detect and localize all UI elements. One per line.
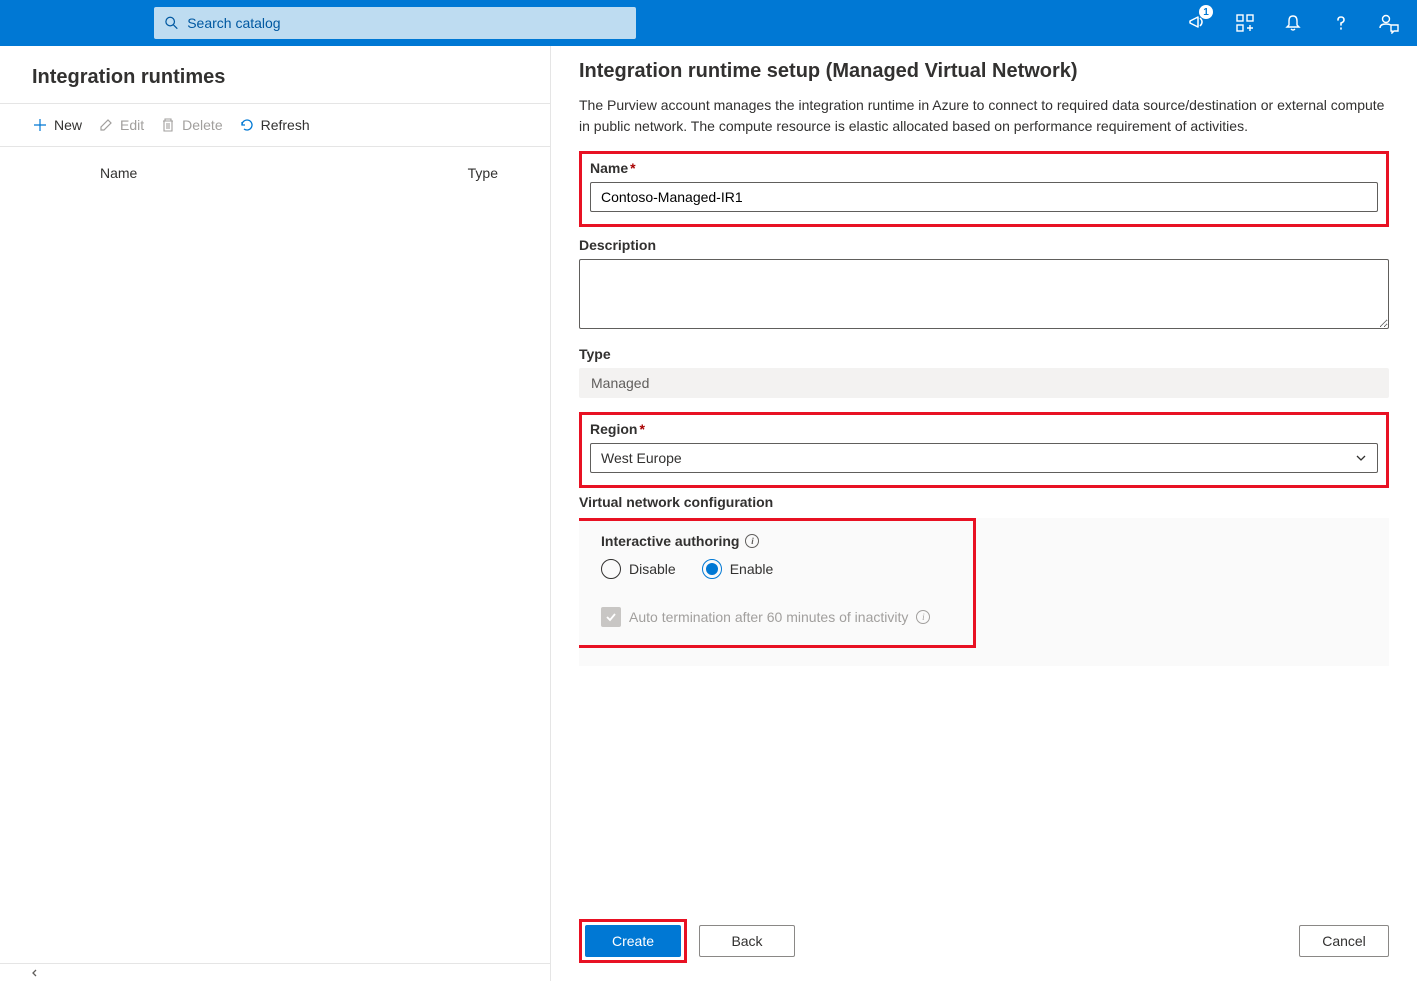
feedback-icon[interactable] [1377,11,1401,35]
radio-disable-label: Disable [629,561,676,577]
notification-badge: 1 [1199,5,1213,19]
delete-label: Delete [182,117,222,133]
name-input[interactable] [590,182,1378,212]
region-label: Region* [590,421,1378,437]
delete-button: Delete [160,117,222,133]
page-title: Integration runtimes [0,46,550,103]
horizontal-scroll-hint[interactable] [0,963,550,981]
edit-button: Edit [98,117,144,133]
region-value: West Europe [601,450,682,466]
vnet-label: Virtual network configuration [579,494,1389,510]
highlight-create: Create [579,919,687,963]
chevron-down-icon [1355,452,1367,464]
cancel-button[interactable]: Cancel [1299,925,1389,957]
type-value: Managed [579,368,1389,398]
create-button[interactable]: Create [585,925,681,957]
refresh-button[interactable]: Refresh [239,117,310,133]
help-icon[interactable] [1329,11,1353,35]
panel-footer: Create Back Cancel [579,907,1389,963]
vnet-section: Interactive authoring i Disable Enable [579,518,1389,666]
type-label: Type [579,346,1389,362]
highlight-region: Region* West Europe [579,412,1389,488]
radio-enable[interactable]: Enable [702,559,774,579]
description-label: Description [579,237,1389,253]
back-button[interactable]: Back [699,925,795,957]
left-panel: Integration runtimes New Edit Delete Ref… [0,46,551,981]
announce-icon[interactable]: 1 [1185,11,1209,35]
col-name[interactable]: Name [100,165,137,181]
apps-icon[interactable] [1233,11,1257,35]
radio-enable-label: Enable [730,561,774,577]
auto-term-label: Auto termination after 60 minutes of ina… [629,609,908,625]
auto-term-checkbox [601,607,621,627]
info-icon[interactable]: i [745,534,759,548]
new-button[interactable]: New [32,117,82,133]
name-label: Name* [590,160,1378,176]
search-input[interactable] [187,15,626,31]
search-icon [164,15,179,31]
refresh-label: Refresh [261,117,310,133]
interactive-label: Interactive authoring [601,533,739,549]
topbar-actions: 1 [1185,11,1401,35]
radio-disable[interactable]: Disable [601,559,676,579]
top-bar: 1 [0,0,1417,46]
panel-description: The Purview account manages the integrat… [579,95,1389,137]
setup-panel: Integration runtime setup (Managed Virtu… [551,46,1417,981]
edit-label: Edit [120,117,144,133]
toolbar: New Edit Delete Refresh [0,103,550,147]
description-input[interactable] [579,259,1389,329]
col-type[interactable]: Type [468,165,498,181]
region-select[interactable]: West Europe [590,443,1378,473]
bell-icon[interactable] [1281,11,1305,35]
search-box[interactable] [154,7,636,39]
highlight-interactive: Interactive authoring i Disable Enable [579,518,976,648]
highlight-name: Name* [579,151,1389,227]
table-header: Name Type [0,147,550,193]
panel-title: Integration runtime setup (Managed Virtu… [579,60,1389,83]
info-icon[interactable]: i [916,610,930,624]
new-label: New [54,117,82,133]
